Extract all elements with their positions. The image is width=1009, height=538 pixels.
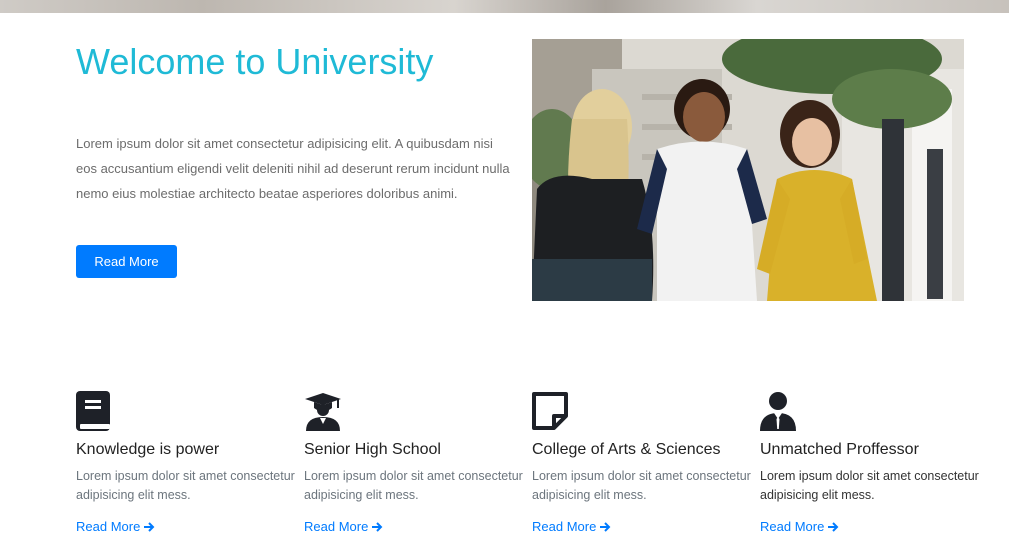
top-banner-image-strip: [0, 0, 1009, 13]
features-section: Knowledge is power Lorem ipsum dolor sit…: [76, 391, 979, 538]
feature-description: Lorem ipsum dolor sit amet consectetur a…: [304, 469, 523, 502]
feature-description: Lorem ipsum dolor sit amet consectetur a…: [760, 469, 979, 502]
sticky-note-icon: [532, 392, 568, 430]
students-photo: [532, 39, 964, 301]
arrow-right-icon: [372, 521, 383, 532]
feature-description: Lorem ipsum dolor sit amet consectetur a…: [532, 469, 751, 502]
link-label: Read More: [304, 519, 369, 534]
arrow-right-icon: [144, 521, 155, 532]
intro-paragraph: Lorem ipsum dolor sit amet consectetur a…: [76, 136, 510, 201]
feature-title: Knowledge is power: [76, 441, 220, 458]
feature-title: Senior High School: [304, 441, 441, 458]
page-title: Welcome to University: [76, 41, 434, 82]
feature-description: Lorem ipsum dolor sit amet consectetur a…: [76, 469, 295, 502]
professor-icon: [760, 392, 796, 431]
link-label: Read More: [76, 519, 141, 534]
link-label: Read More: [760, 519, 825, 534]
feature-title: Unmatched Proffessor: [760, 441, 919, 458]
arrow-right-icon: [600, 521, 611, 532]
feature-read-more-link[interactable]: Read More: [760, 519, 839, 534]
feature-read-more-link[interactable]: Read More: [76, 519, 155, 534]
arrow-right-icon: [828, 521, 839, 532]
link-label: Read More: [532, 519, 597, 534]
book-icon: [76, 391, 110, 431]
feature-read-more-link[interactable]: Read More: [532, 519, 611, 534]
feature-title: College of Arts & Sciences: [532, 441, 721, 458]
graduate-icon: [305, 393, 341, 431]
read-more-button[interactable]: Read More: [76, 245, 177, 278]
feature-read-more-link[interactable]: Read More: [304, 519, 383, 534]
